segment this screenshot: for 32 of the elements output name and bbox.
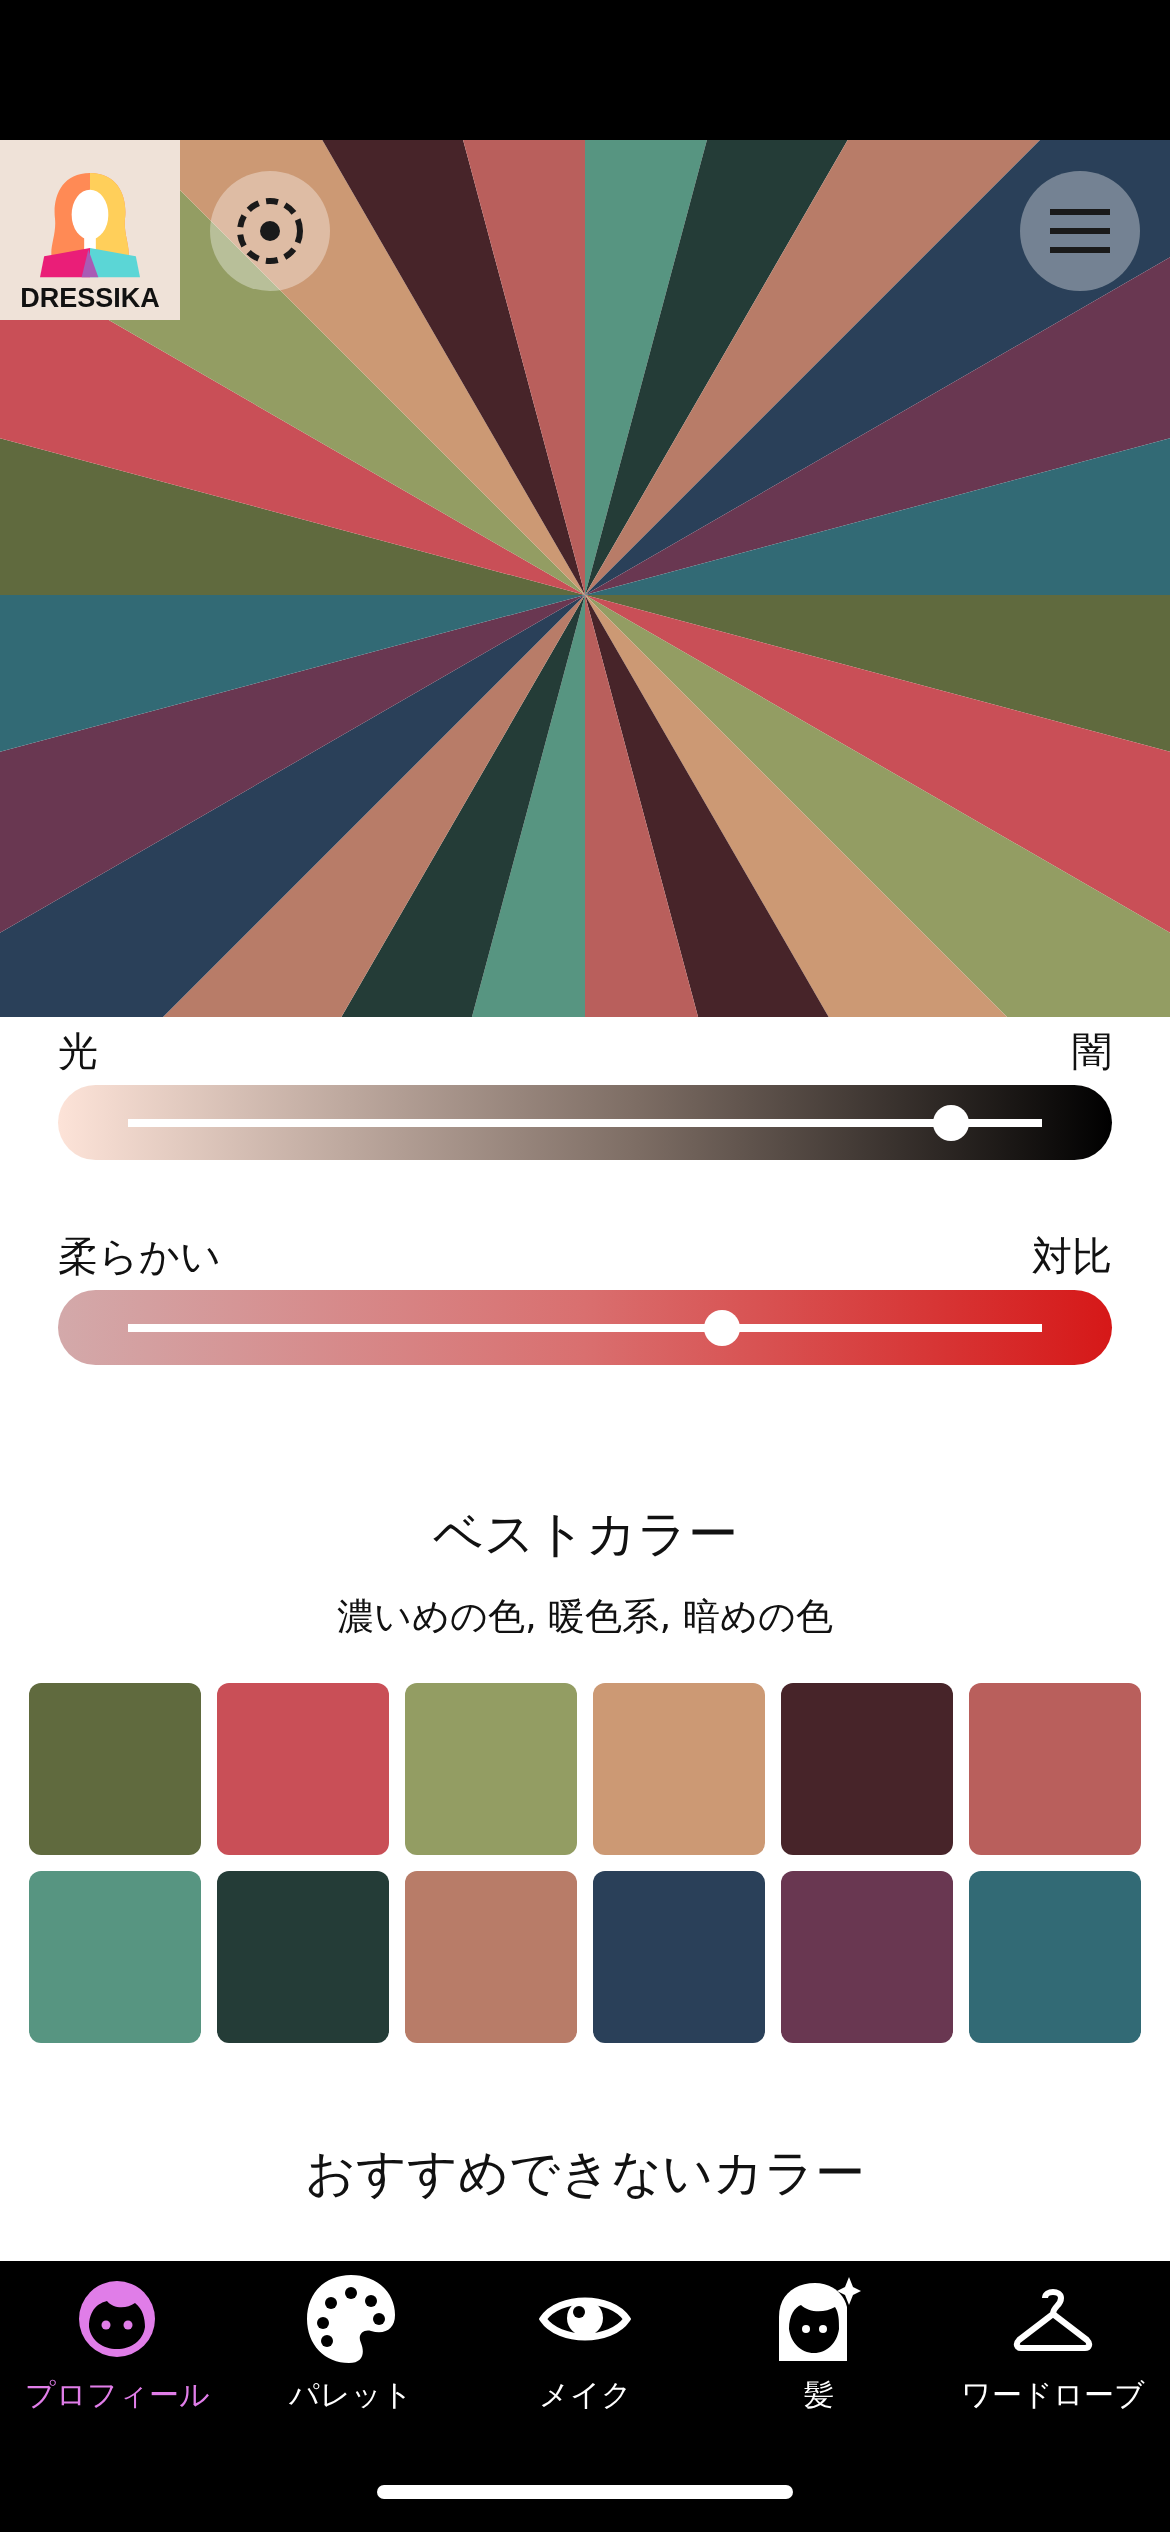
slider-label: 闇: [1072, 1027, 1112, 1076]
color-swatch[interactable]: [29, 1683, 201, 1855]
tab-item[interactable]: パレット: [234, 2271, 468, 2417]
home-indicator[interactable]: [377, 2485, 793, 2499]
color-swatch[interactable]: [593, 1871, 765, 2043]
slider-label: 対比: [1032, 1232, 1112, 1281]
color-swatch[interactable]: [405, 1683, 577, 1855]
color-swatch[interactable]: [405, 1871, 577, 2043]
color-swatch[interactable]: [217, 1683, 389, 1855]
color-swatch[interactable]: [781, 1871, 953, 2043]
color-swatch[interactable]: [29, 1871, 201, 2043]
color-swatch[interactable]: [781, 1683, 953, 1855]
app-logo[interactable]: DRESSIKA: [0, 140, 180, 320]
target-icon: [236, 197, 304, 265]
slider-label: 光: [58, 1027, 98, 1076]
color-swatch[interactable]: [969, 1683, 1141, 1855]
section-title: ベストカラー: [432, 1504, 738, 1565]
section-subtitle: 濃いめの色, 暖色系, 暗めの色: [336, 1594, 833, 1640]
color-swatch[interactable]: [593, 1683, 765, 1855]
hair-face-icon: [777, 2277, 861, 2361]
tab-item[interactable]: プロフィール: [0, 2271, 234, 2417]
slider-label: 柔らかい: [58, 1232, 221, 1281]
tab-item[interactable]: ワードローブ: [936, 2271, 1170, 2417]
tab-item[interactable]: 髪: [702, 2271, 936, 2417]
section-title: おすすめできないカラー: [305, 2143, 865, 2204]
color-swatch[interactable]: [217, 1871, 389, 2043]
palette-icon: [305, 2273, 397, 2365]
tab-item[interactable]: メイク: [468, 2271, 702, 2417]
face-icon: [77, 2279, 157, 2359]
menu-icon: [1050, 209, 1110, 253]
logo-text: DRESSIKA: [20, 282, 160, 314]
color-swatch[interactable]: [969, 1871, 1141, 2043]
